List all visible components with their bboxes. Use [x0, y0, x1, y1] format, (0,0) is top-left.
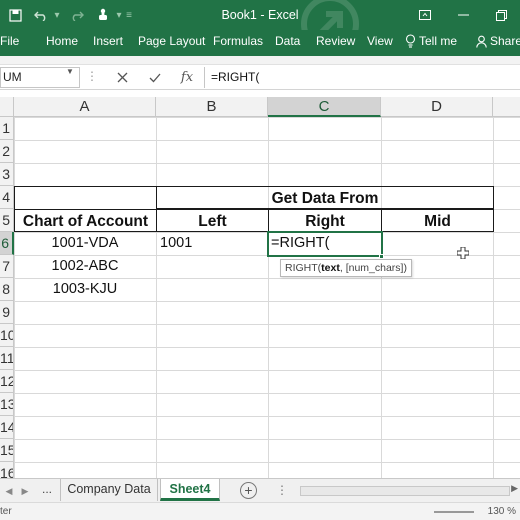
tooltip-remaining-arguments: , [num_chars]) — [339, 262, 407, 274]
select-all-corner[interactable] — [0, 97, 14, 117]
save-icon[interactable] — [4, 4, 26, 26]
row-header[interactable]: 7 — [0, 255, 14, 278]
undo-icon[interactable] — [30, 4, 52, 26]
row-header[interactable]: 1 — [0, 117, 14, 140]
column-header-e[interactable] — [493, 97, 520, 117]
ribbon-tabs: File Home Insert Page Layout Formulas Da… — [0, 30, 520, 56]
row-header[interactable]: 15 — [0, 439, 14, 462]
status-mode: ter — [0, 506, 12, 517]
ribbon-display-options-icon[interactable] — [406, 0, 444, 30]
tab-review[interactable]: Review — [316, 34, 355, 48]
cell-get-data-from[interactable]: Get Data From — [156, 186, 494, 209]
gridline — [156, 117, 157, 478]
tab-data[interactable]: Data — [275, 34, 300, 48]
cell-select-cursor-icon — [457, 247, 469, 259]
tab-page-layout[interactable]: Page Layout — [138, 34, 205, 48]
cell-a7[interactable]: 1002-ABC — [14, 255, 156, 278]
cell-right-header[interactable]: Right — [268, 209, 382, 232]
zoom-slider[interactable] — [434, 511, 474, 513]
row-header[interactable]: 8 — [0, 278, 14, 301]
row-header[interactable]: 10 — [0, 324, 14, 347]
share-label: Share — [490, 34, 520, 48]
formula-bar: UM ▼ ⋮ fx =RIGHT( — [0, 64, 520, 90]
customize-qat-icon[interactable]: ≡ — [124, 10, 134, 21]
qat-dropdown-icon[interactable]: ▾ — [114, 10, 124, 21]
row-header[interactable]: 12 — [0, 370, 14, 393]
column-header-b[interactable]: B — [156, 97, 268, 117]
touch-mode-icon[interactable] — [92, 4, 114, 26]
gridline — [381, 117, 382, 478]
table-left-border — [14, 186, 15, 210]
sheet-tab-sheet4[interactable]: Sheet4 — [160, 479, 220, 501]
next-sheet-icon[interactable]: ▶ — [18, 483, 32, 499]
tell-me-label: Tell me — [419, 34, 458, 48]
tooltip-current-argument[interactable]: text — [321, 262, 340, 274]
tab-file[interactable]: File — [0, 34, 19, 48]
cell-left-header[interactable]: Left — [156, 209, 269, 232]
column-header-c[interactable]: C — [268, 97, 381, 117]
zoom-level[interactable]: 130 % — [488, 506, 516, 517]
cell-a8[interactable]: 1003-KJU — [14, 278, 156, 301]
tab-insert[interactable]: Insert — [93, 34, 123, 48]
formula-bar-resize-handle[interactable]: ⋮ — [86, 69, 98, 83]
row-header[interactable]: 5 — [0, 209, 14, 232]
sheet-tabs-bar: ◀ ▶ ... Company Data Sheet4 + ⋮ ▶ — [0, 478, 520, 502]
status-bar: ter 130 % — [0, 502, 520, 520]
enter-entry-icon[interactable] — [143, 67, 167, 88]
cancel-entry-icon[interactable] — [110, 67, 134, 88]
share-button[interactable]: Share — [476, 34, 520, 48]
undo-dropdown-icon[interactable]: ▾ — [52, 10, 62, 21]
cell-chart-of-account[interactable]: Chart of Account — [14, 209, 157, 232]
active-cell-border — [267, 231, 383, 257]
tab-view[interactable]: View — [367, 34, 393, 48]
sheet-tab-company-data[interactable]: Company Data — [60, 479, 158, 501]
ribbon-collapsed-strip — [0, 56, 520, 64]
minimize-icon[interactable] — [444, 0, 482, 30]
cell-a6[interactable]: 1001-VDA — [14, 232, 156, 255]
tab-split-handle-icon[interactable]: ⋮ — [276, 483, 288, 497]
row-header[interactable]: 9 — [0, 301, 14, 324]
tab-formulas[interactable]: Formulas — [213, 34, 263, 48]
previous-sheet-icon[interactable]: ◀ — [2, 483, 16, 499]
gridline — [493, 117, 494, 478]
table-top-border — [14, 186, 157, 187]
title-bar: ▾ ▾ ≡ Book1 - Excel — [0, 0, 520, 53]
person-icon — [476, 35, 487, 48]
insert-function-button[interactable]: fx — [175, 67, 199, 88]
row-header[interactable]: 13 — [0, 393, 14, 416]
worksheet-grid: A B C D 1 2 3 4 5 6 7 8 9 10 11 12 13 14… — [0, 90, 520, 478]
lightbulb-icon — [405, 34, 416, 48]
quick-access-toolbar: ▾ ▾ ≡ — [0, 0, 134, 30]
column-header-a[interactable]: A — [14, 97, 156, 117]
cell-mid-header[interactable]: Mid — [381, 209, 494, 232]
restore-icon[interactable] — [482, 0, 520, 30]
cell-b6[interactable]: 1001 — [160, 232, 266, 255]
formula-input[interactable]: =RIGHT( — [204, 67, 520, 88]
tab-home[interactable]: Home — [46, 34, 78, 48]
redo-icon[interactable] — [66, 4, 88, 26]
row-header[interactable]: 16 — [0, 462, 14, 478]
row-header-active[interactable]: 6 — [0, 232, 14, 255]
tooltip-function-name[interactable]: RIGHT( — [285, 262, 321, 274]
tell-me-search[interactable]: Tell me — [405, 34, 457, 48]
name-box-dropdown-icon[interactable]: ▼ — [66, 67, 74, 76]
row-header[interactable]: 2 — [0, 140, 14, 163]
row-header[interactable]: 14 — [0, 416, 14, 439]
row-header[interactable]: 11 — [0, 347, 14, 370]
scroll-right-icon[interactable]: ▶ — [511, 483, 518, 494]
add-sheet-icon[interactable]: + — [240, 482, 257, 499]
row-header[interactable]: 4 — [0, 186, 14, 209]
function-argument-tooltip[interactable]: RIGHT(text, [num_chars]) — [280, 259, 412, 277]
more-sheets-button[interactable]: ... — [36, 482, 58, 500]
row-header[interactable]: 3 — [0, 163, 14, 186]
column-header-d[interactable]: D — [381, 97, 493, 117]
window-controls — [406, 0, 520, 30]
horizontal-scrollbar[interactable] — [300, 486, 510, 496]
gridline — [268, 117, 269, 478]
